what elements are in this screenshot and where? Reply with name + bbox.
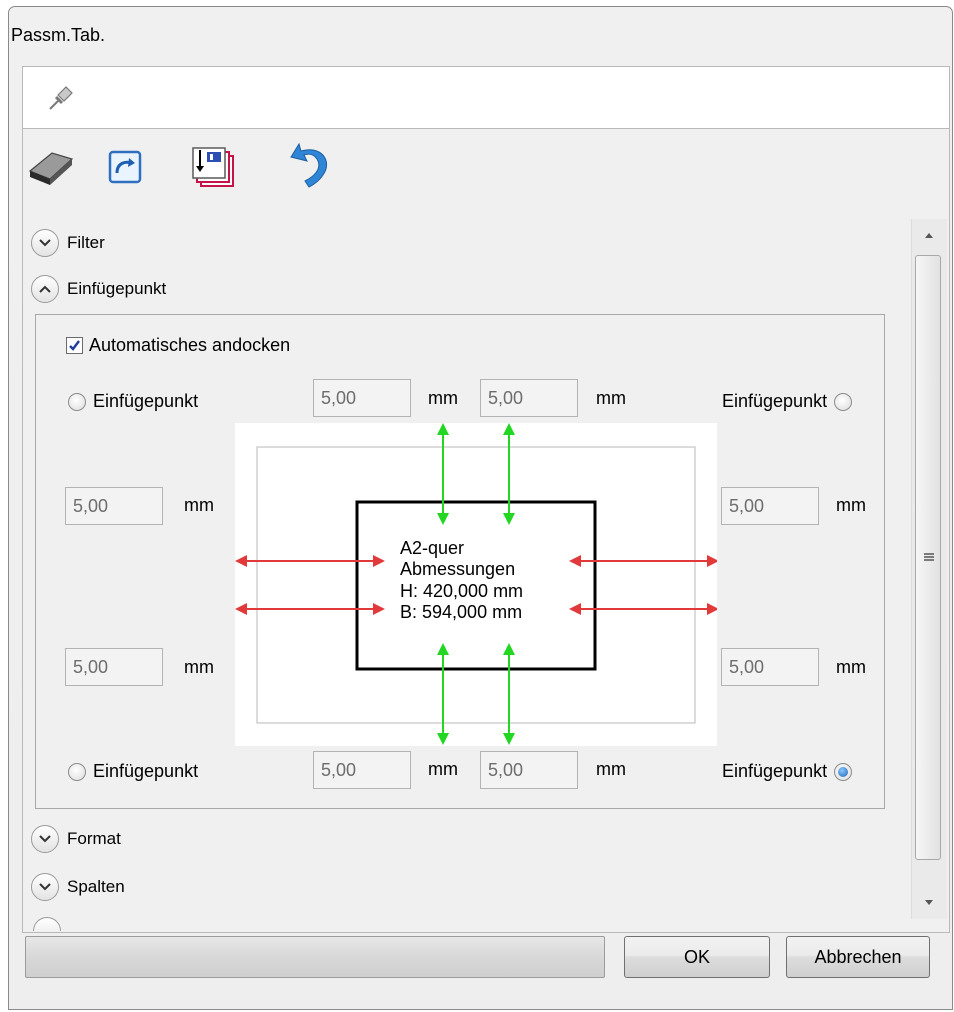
radio-top-right-circle: [834, 392, 853, 411]
bottom-right-offset-input[interactable]: [480, 751, 578, 789]
radio-bottom-right[interactable]: Einfügepunkt: [722, 761, 853, 782]
save-import-icon: [192, 147, 234, 187]
scrollbar-thumb[interactable]: [915, 255, 941, 860]
unit-label: mm: [836, 657, 866, 677]
grip-icon: [924, 553, 934, 561]
chevron-up-icon: [31, 275, 59, 303]
bottom-left-offset-input[interactable]: [313, 751, 411, 789]
main-panel: Filter Einfügepunkt Automatisches andock…: [22, 128, 950, 933]
paper-preview-diagram: A2-quer Abmessungen H: 420,000 mm B: 594…: [235, 423, 719, 745]
radio-top-right[interactable]: Einfügepunkt: [722, 391, 853, 412]
radio-selected-dot: [838, 766, 849, 777]
auto-dock-checkbox[interactable]: [66, 337, 83, 354]
section-spalten[interactable]: Spalten: [31, 869, 125, 905]
radio-bottom-right-circle: [834, 762, 853, 781]
unit-label: mm: [428, 388, 458, 408]
section-format-label: Format: [67, 829, 121, 848]
insert-point-group: Automatisches andocken Einfügepunkt mm m…: [35, 314, 885, 809]
unit-label: mm: [836, 495, 866, 515]
eraser-button[interactable]: [25, 141, 77, 193]
vertical-scrollbar[interactable]: [911, 219, 947, 919]
top-left-offset-input[interactable]: [313, 379, 411, 417]
paper-preview: A2-quer Abmessungen H: 420,000 mm B: 594…: [235, 423, 719, 746]
chevron-down-icon: [31, 825, 59, 853]
pin-button[interactable]: [38, 75, 84, 121]
dialog-window: Passm.Tab. Filter Einfügepunkt Automatis…: [8, 6, 953, 1010]
preview-format-name: A2-quer: [400, 538, 464, 558]
section-spalten-label: Spalten: [67, 877, 125, 896]
left-top-offset-input[interactable]: [65, 487, 163, 525]
radio-bottom-left-label: Einfügepunkt: [93, 761, 199, 781]
progress-bar: [25, 936, 605, 978]
unit-label: mm: [184, 657, 214, 677]
pin-bar: [22, 66, 950, 129]
save-button[interactable]: [187, 141, 239, 193]
undo-button[interactable]: [287, 141, 339, 193]
radio-top-left-circle: [68, 392, 86, 411]
radio-bottom-left-circle: [68, 762, 86, 781]
window-title: Passm.Tab.: [11, 25, 106, 45]
left-bottom-offset-input[interactable]: [65, 648, 163, 686]
scroll-up-icon[interactable]: [924, 231, 934, 239]
right-bottom-offset-input[interactable]: [721, 648, 819, 686]
section-filter-label: Filter: [67, 233, 105, 252]
refresh-icon: [108, 150, 142, 184]
radio-bottom-right-label: Einfügepunkt: [722, 761, 828, 781]
radio-top-left-label: Einfügepunkt: [93, 391, 199, 411]
unit-label: mm: [428, 759, 458, 779]
refresh-button[interactable]: [99, 141, 151, 193]
top-right-offset-input[interactable]: [480, 379, 578, 417]
unit-label: mm: [596, 759, 626, 779]
section-einfuegepunkt[interactable]: Einfügepunkt: [31, 271, 166, 307]
chevron-down-icon: [31, 229, 59, 257]
preview-width: B: 594,000 mm: [400, 602, 522, 622]
section-partial-circle: [33, 917, 61, 931]
auto-dock-row: Automatisches andocken: [66, 335, 290, 356]
unit-label: mm: [184, 495, 214, 515]
chevron-down-icon: [31, 873, 59, 901]
scroll-down-icon[interactable]: [924, 899, 934, 907]
undo-icon: [290, 142, 328, 188]
auto-dock-label: Automatisches andocken: [89, 335, 291, 355]
section-filter[interactable]: Filter: [31, 225, 105, 261]
right-top-offset-input[interactable]: [721, 487, 819, 525]
ok-button[interactable]: OK: [624, 936, 770, 978]
radio-top-left[interactable]: Einfügepunkt: [68, 391, 198, 412]
radio-top-right-label: Einfügepunkt: [722, 391, 828, 411]
unit-label: mm: [596, 388, 626, 408]
preview-dimensions-label: Abmessungen: [400, 559, 515, 579]
section-format[interactable]: Format: [31, 821, 121, 857]
pushpin-icon: [49, 86, 73, 110]
preview-height: H: 420,000 mm: [400, 581, 523, 601]
section-einfuegepunkt-label: Einfügepunkt: [67, 279, 167, 298]
section-partial: [33, 917, 61, 931]
radio-bottom-left[interactable]: Einfügepunkt: [68, 761, 198, 782]
cancel-button[interactable]: Abbrechen: [786, 936, 930, 978]
eraser-icon: [28, 152, 74, 185]
